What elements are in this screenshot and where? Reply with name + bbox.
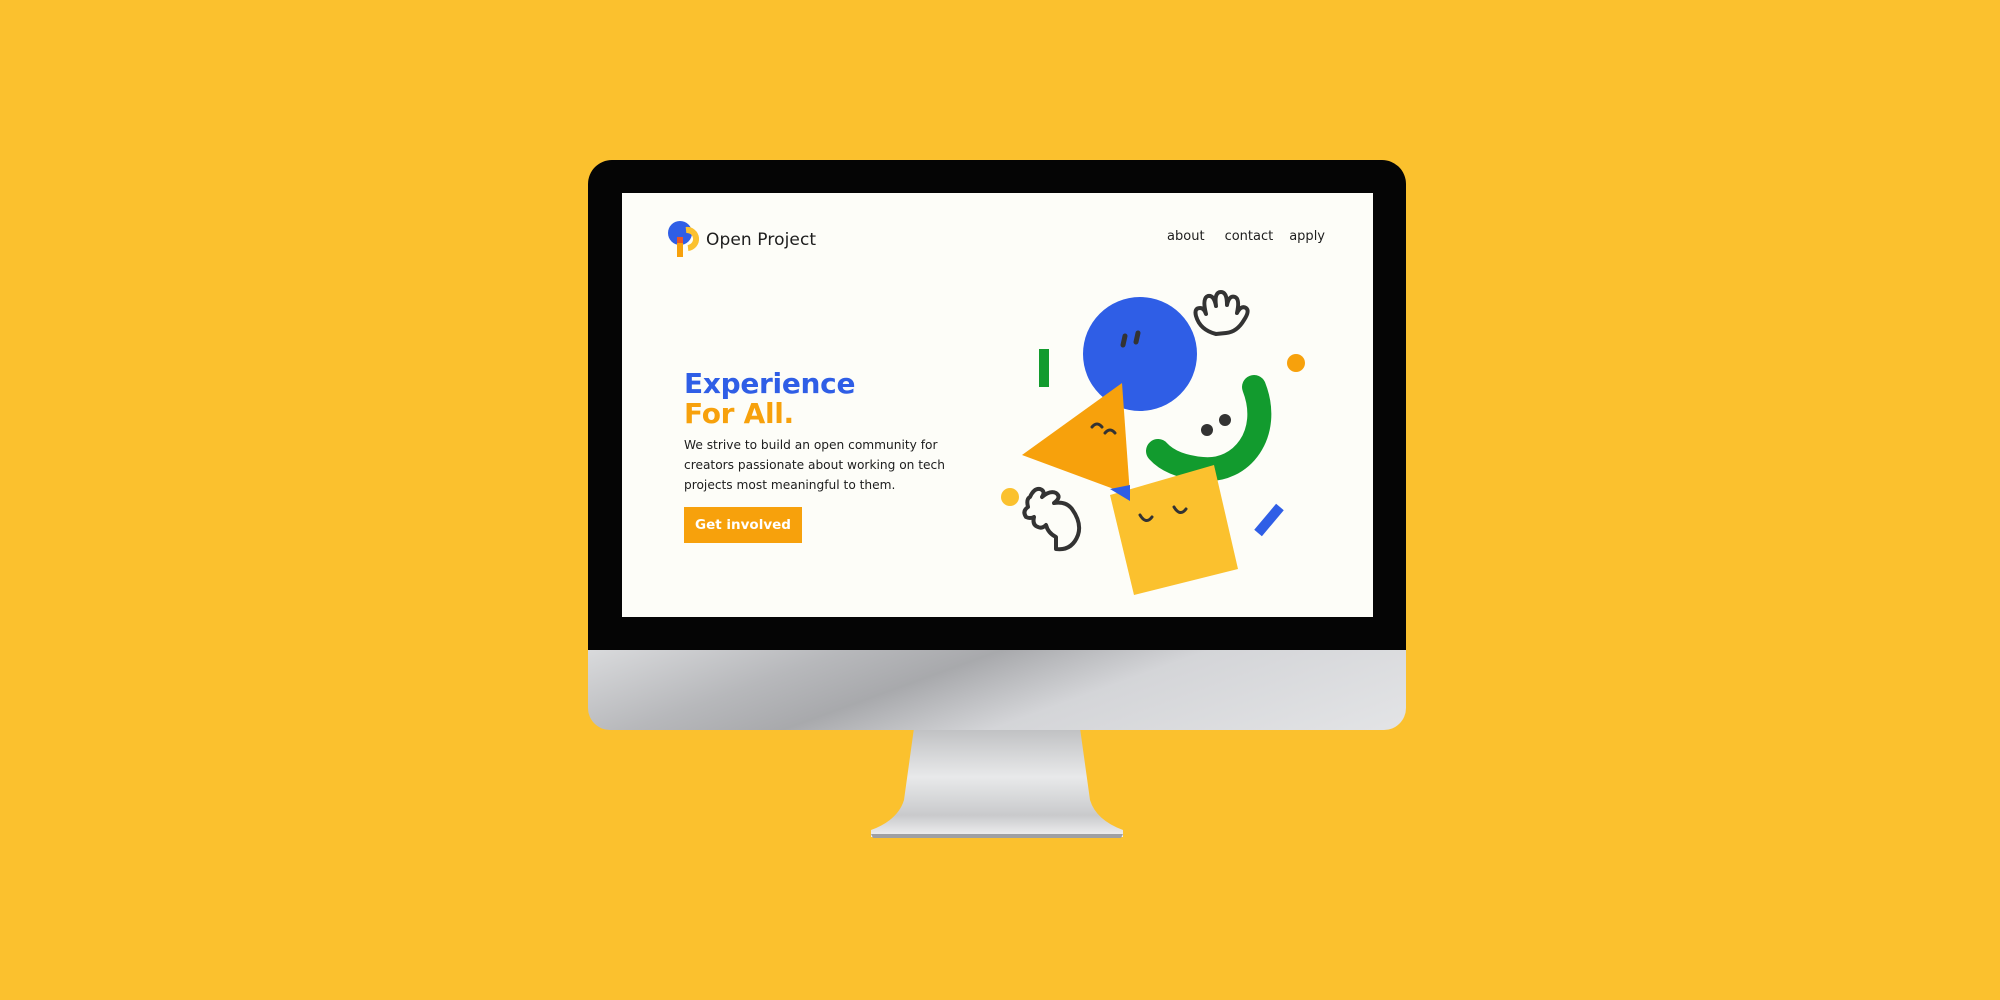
hero-subtext: We strive to build an open community for… <box>684 438 945 492</box>
hand-bottom-icon <box>1022 486 1082 552</box>
orange-triangle-character <box>1022 383 1130 495</box>
background: Open Project about contact apply Experie… <box>0 0 2000 1000</box>
nav-contact-link[interactable]: contact <box>1225 229 1274 244</box>
green-bar-shape <box>1039 349 1049 387</box>
hero-section: Experience For All. We strive to build a… <box>684 369 946 543</box>
monitor-chin <box>588 650 1406 730</box>
yellow-dot-shape <box>1001 488 1019 506</box>
brand-name: Open Project <box>706 230 817 250</box>
main-nav: about contact apply <box>1167 229 1325 244</box>
orange-dot-shape <box>1287 354 1305 372</box>
hero-headline-line1: Experience <box>684 367 856 400</box>
website-screen: Open Project about contact apply Experie… <box>622 193 1373 617</box>
brand-logo[interactable]: Open Project <box>666 218 816 262</box>
nav-apply-link[interactable]: apply <box>1289 229 1325 244</box>
get-involved-button[interactable]: Get involved <box>684 507 802 543</box>
open-project-logo-icon <box>668 221 699 257</box>
blue-circle-character <box>1083 297 1197 411</box>
hand-top-icon <box>1193 290 1250 336</box>
blue-bar-shape <box>1254 503 1284 537</box>
hero-headline-line2: For All. <box>684 397 794 430</box>
nav-about-link[interactable]: about <box>1167 229 1205 244</box>
